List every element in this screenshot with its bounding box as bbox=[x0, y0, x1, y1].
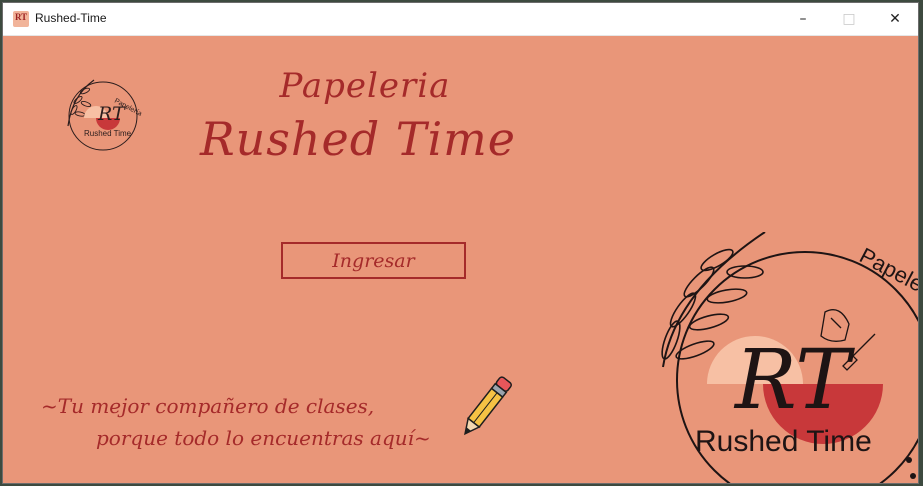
minimize-button[interactable]: – bbox=[780, 3, 826, 35]
tagline-line1: ~Tu mejor compañero de clases, bbox=[41, 394, 375, 418]
large-logo-monogram: RT bbox=[733, 333, 855, 428]
login-button[interactable]: Ingresar bbox=[281, 242, 466, 279]
tagline-line2: porque todo lo encuentras aquí~ bbox=[96, 426, 431, 450]
main-content: RT Papelería Rushed Time Papeleria Rushe… bbox=[3, 36, 918, 483]
brand-logo-small: RT Papelería Rushed Time bbox=[67, 79, 143, 151]
maximize-button[interactable]: □ bbox=[826, 3, 872, 35]
app-icon: RT bbox=[13, 11, 29, 27]
large-logo-name: Rushed Time bbox=[695, 425, 872, 458]
small-logo-name: Rushed Time bbox=[84, 129, 132, 138]
heading-papeleria: Papeleria bbox=[279, 66, 451, 106]
pencil-icon bbox=[464, 376, 512, 436]
brand-logo-large: RT Papelería Rushed Time bbox=[661, 232, 918, 483]
window-title: Rushed-Time bbox=[35, 11, 107, 25]
app-window: RT Rushed-Time – □ ✕ RT Papelería Rushed… bbox=[3, 3, 918, 483]
large-logo-arc-text: Papelería bbox=[856, 243, 918, 310]
heading-rushed-time: Rushed Time bbox=[199, 112, 517, 166]
title-bar[interactable]: RT Rushed-Time – □ ✕ bbox=[3, 3, 918, 36]
close-button[interactable]: ✕ bbox=[872, 3, 918, 35]
